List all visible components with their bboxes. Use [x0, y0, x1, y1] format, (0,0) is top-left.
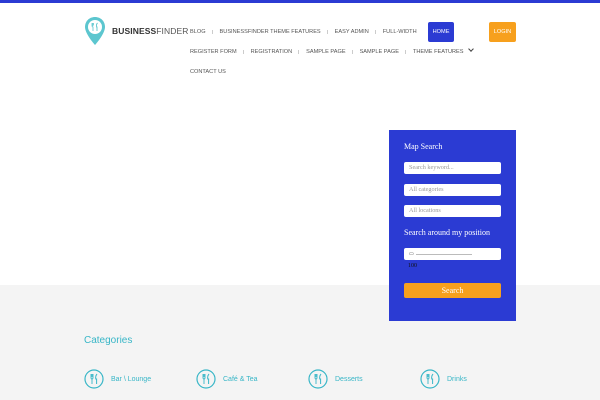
- nav-item-full-width[interactable]: FULL-WIDTH: [376, 22, 424, 42]
- search-button[interactable]: Search: [404, 283, 501, 298]
- chevron-down-icon: [467, 46, 474, 52]
- nav-item-home[interactable]: HOME: [427, 22, 455, 42]
- locations-select[interactable]: All locations: [404, 205, 501, 217]
- nav-item-label: THEME FEATURES: [412, 49, 464, 55]
- login-button[interactable]: LOGIN: [489, 22, 516, 42]
- category-label: Bar \ Lounge: [111, 375, 152, 383]
- category-label: Café & Tea: [223, 375, 258, 383]
- categories-select[interactable]: All categories: [404, 184, 501, 196]
- category-item-drinks[interactable]: Drinks: [420, 369, 467, 389]
- nav-item-sample-page-1[interactable]: SAMPLE PAGE: [299, 42, 353, 62]
- map-search-title: Map Search: [404, 142, 443, 151]
- map-search-panel: Map Search Search keyword... All categor…: [389, 130, 516, 321]
- nav-item-sample-page-2[interactable]: SAMPLE PAGE: [353, 42, 407, 62]
- site-logo[interactable]: BUSINESSFINDER: [84, 16, 189, 46]
- slider-track: [416, 254, 472, 255]
- map-pin-icon: [85, 17, 105, 45]
- nav-item-theme-features-dropdown[interactable]: THEME FEATURES: [406, 42, 480, 62]
- nav-row-1: BLOG BUSINESSFINDER THEME FEATURES EASY …: [183, 22, 463, 42]
- logo-text: BUSINESSFINDER: [112, 26, 189, 36]
- category-item-desserts[interactable]: Desserts: [308, 369, 363, 389]
- main-navigation: BLOG BUSINESSFINDER THEME FEATURES EASY …: [183, 22, 474, 82]
- slider-handle[interactable]: ▭: [409, 251, 414, 257]
- categories-title: Categories: [84, 335, 133, 346]
- nav-item-register-form[interactable]: REGISTER FORM: [183, 42, 244, 62]
- nav-item-contact-us[interactable]: CONTACT US: [183, 62, 233, 82]
- nav-item-registration[interactable]: REGISTRATION: [244, 42, 300, 62]
- fork-spoon-icon: [308, 369, 328, 389]
- nav-row-3: CONTACT US: [183, 62, 463, 82]
- nav-row-2: REGISTER FORM REGISTRATION SAMPLE PAGE S…: [183, 42, 474, 62]
- nav-item-easy-admin[interactable]: EASY ADMIN: [328, 22, 376, 42]
- fork-spoon-icon: [196, 369, 216, 389]
- category-item-cafe-tea[interactable]: Café & Tea: [196, 369, 258, 389]
- radius-slider[interactable]: ▭: [404, 248, 501, 260]
- nav-item-blog[interactable]: BLOG: [183, 22, 213, 42]
- category-label: Drinks: [447, 375, 467, 383]
- nav-item-theme-features[interactable]: BUSINESSFINDER THEME FEATURES: [213, 22, 328, 42]
- search-keyword-input[interactable]: Search keyword...: [404, 162, 501, 174]
- radius-value: 100: [408, 263, 417, 269]
- top-accent-bar: [0, 0, 600, 3]
- category-label: Desserts: [335, 375, 363, 383]
- category-item-bar-lounge[interactable]: Bar \ Lounge: [84, 369, 151, 389]
- search-around-title: Search around my position: [404, 228, 490, 237]
- fork-spoon-icon: [84, 369, 104, 389]
- fork-spoon-icon: [420, 369, 440, 389]
